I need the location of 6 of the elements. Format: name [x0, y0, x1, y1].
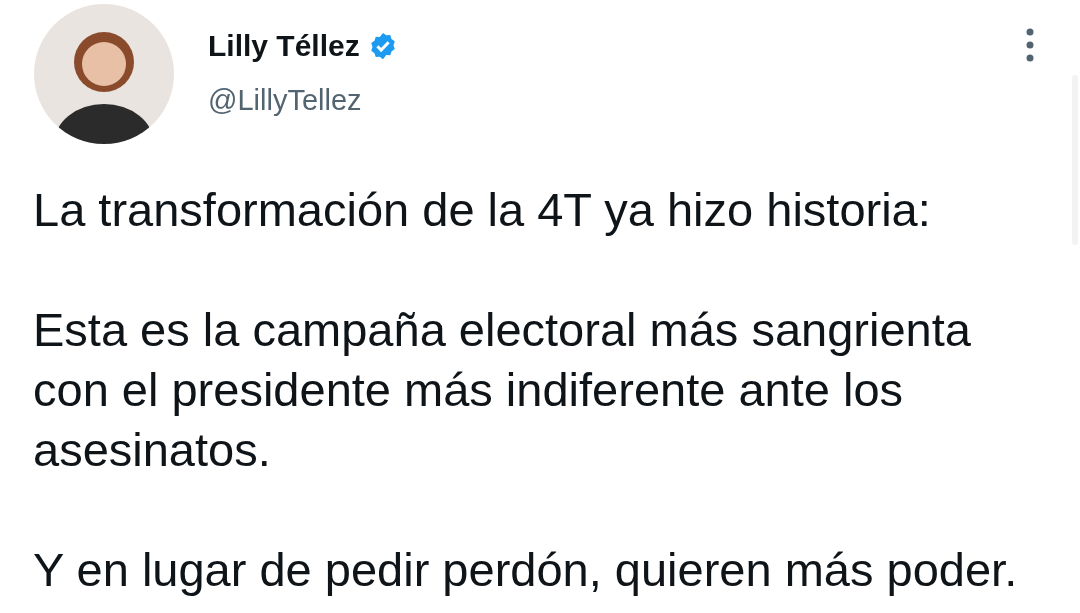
tweet-paragraph: Y en lugar de pedir perdón, quieren más poder.	[33, 542, 1019, 598]
author-name[interactable]: Lilly Téllez	[208, 28, 360, 64]
author-handle[interactable]: @LillyTellez	[208, 82, 398, 118]
more-options-icon[interactable]	[1024, 28, 1036, 62]
tweet-paragraph: La transformación de la 4T ya hizo historia:	[33, 182, 932, 238]
tweet-paragraph: Esta es la campaña electoral más sangrienta con el presidente más indiferente ante los asesinatos.	[33, 302, 972, 478]
